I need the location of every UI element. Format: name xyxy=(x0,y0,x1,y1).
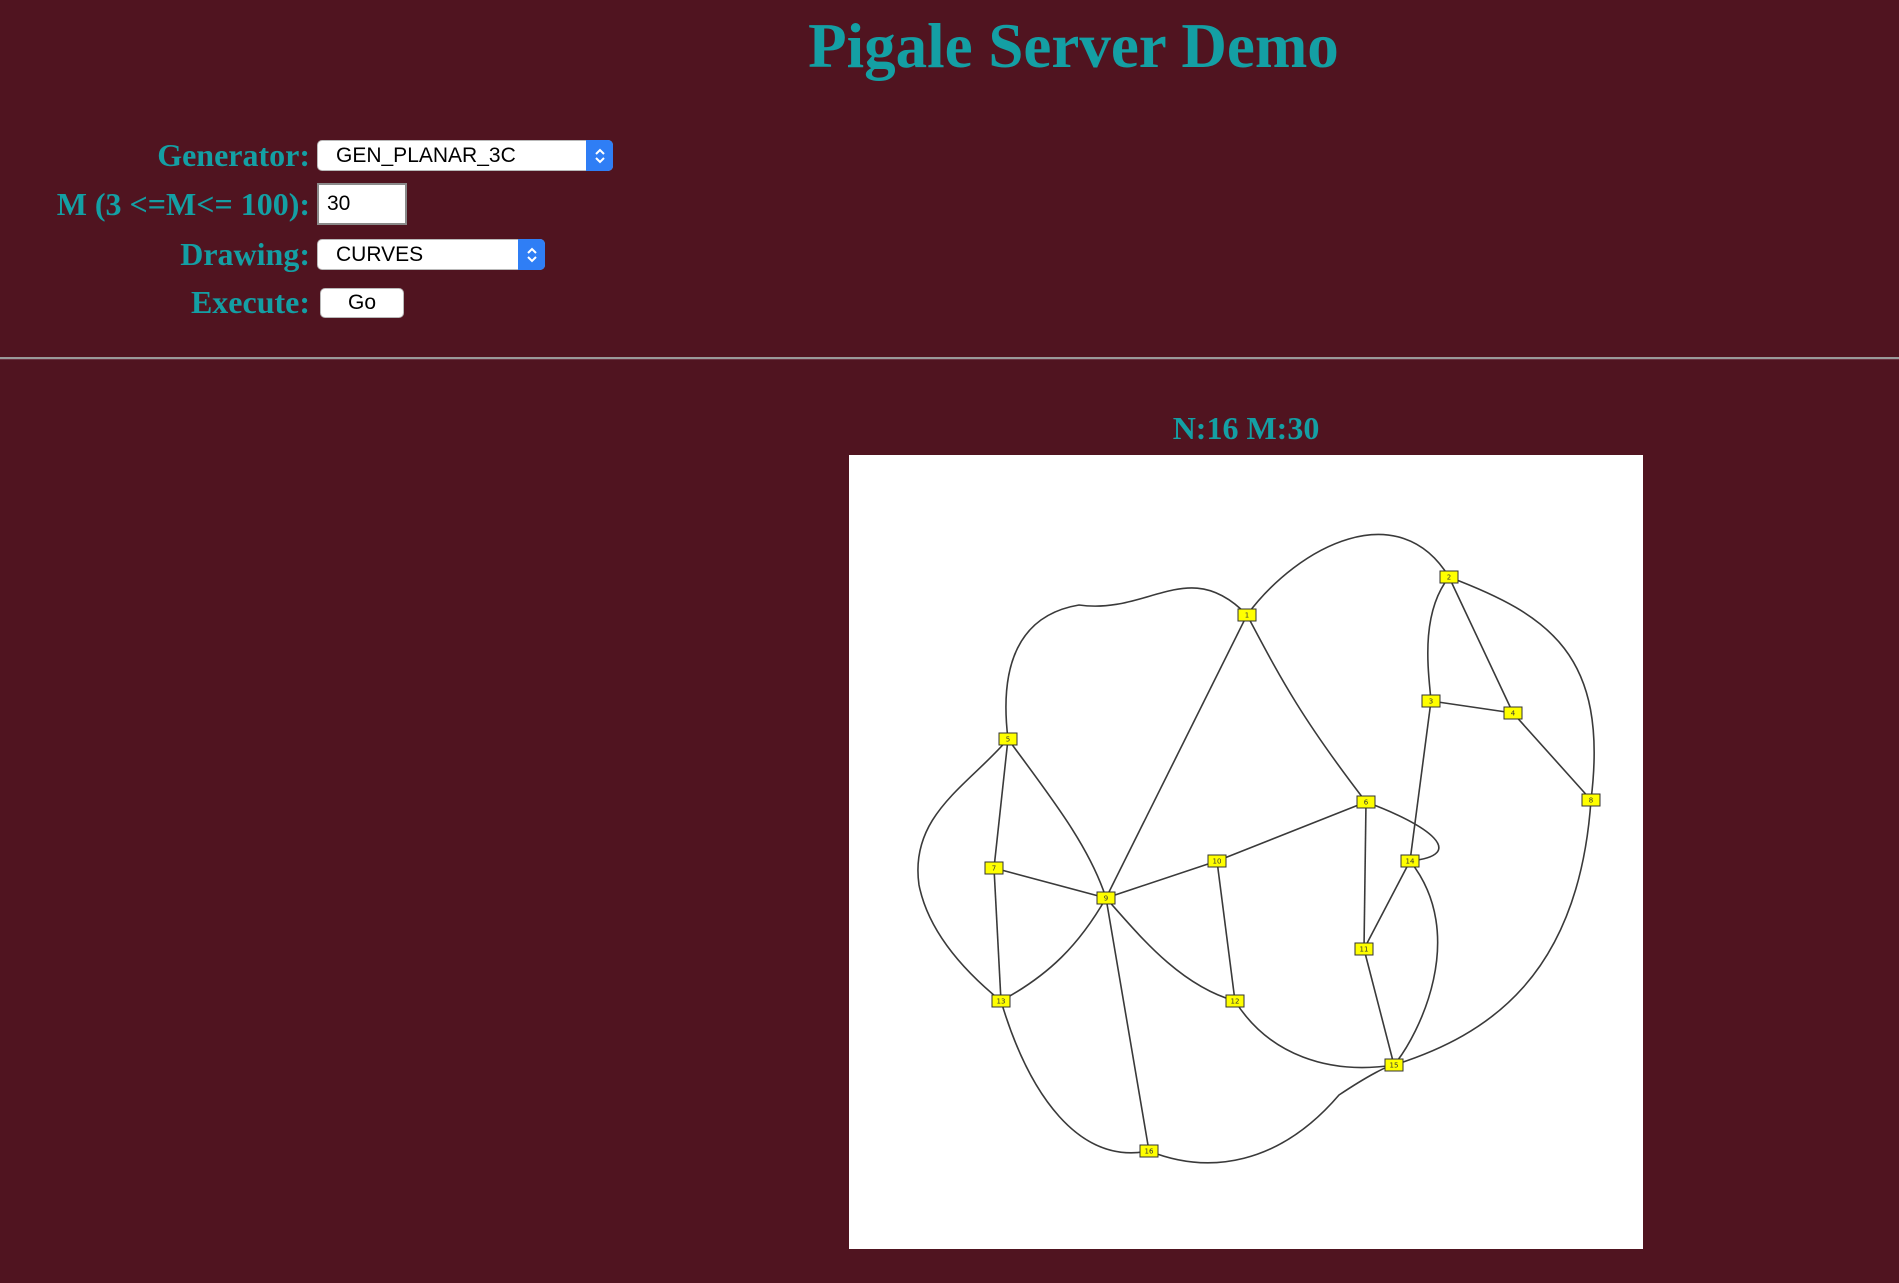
edges-label: M (3 <=M<= 100): xyxy=(56,185,310,222)
graph-node: 11 xyxy=(1354,942,1374,956)
graph-node-label: 13 xyxy=(997,998,1006,1006)
graph-edge xyxy=(1430,700,1514,714)
graph-edge xyxy=(1005,587,1248,740)
chevron-up-down-icon xyxy=(586,140,613,171)
graph-node: 15 xyxy=(1384,1058,1404,1072)
graph-edge xyxy=(1448,576,1514,714)
graph-edge xyxy=(993,867,1002,1002)
chevron-up-down-icon xyxy=(518,239,545,270)
graph-node: 13 xyxy=(991,994,1011,1008)
graph-drawing: 12345678910111213141516 xyxy=(917,533,1601,1164)
drawing-select[interactable]: CURVES xyxy=(317,239,545,270)
graph-edge xyxy=(1216,860,1236,1002)
graph-node-label: 8 xyxy=(1589,797,1593,805)
graph-edge xyxy=(993,738,1009,869)
graph-node-label: 11 xyxy=(1360,946,1369,954)
graph-edge xyxy=(1246,533,1450,616)
graph-edge xyxy=(1512,712,1592,801)
graph-edge xyxy=(1216,801,1367,862)
divider xyxy=(0,357,1899,360)
graph-node-label: 12 xyxy=(1231,998,1240,1006)
graph-edge xyxy=(1365,801,1440,862)
graph-node-label: 4 xyxy=(1511,710,1516,718)
graph-caption: N:16 M:30 xyxy=(1172,410,1320,446)
edges-count-input[interactable]: 30 xyxy=(317,183,407,225)
graph-node-label: 6 xyxy=(1364,799,1369,807)
graph-node-label: 15 xyxy=(1390,1062,1399,1070)
graph-edge xyxy=(1409,700,1432,862)
graph-edge xyxy=(1234,1000,1395,1069)
generator-select[interactable]: GEN_PLANAR_3C xyxy=(317,140,613,171)
graph-node: 3 xyxy=(1421,694,1441,708)
graph-edge xyxy=(1000,897,1107,1002)
graph-edge xyxy=(1363,860,1411,950)
graph-edge xyxy=(1148,1064,1395,1164)
graph-node: 9 xyxy=(1096,891,1116,905)
graph-node-label: 9 xyxy=(1104,895,1108,903)
graph-canvas: 1 2 3 4 5 6 7 8 9 10 11 12 13 14 15 16 xyxy=(849,455,1643,1249)
graph-node-label: 7 xyxy=(992,865,996,873)
graph-edge xyxy=(1393,860,1439,1066)
graph-node: 10 xyxy=(1207,854,1227,868)
generator-label: Generator: xyxy=(157,137,310,173)
graph-node-label: 2 xyxy=(1447,574,1451,582)
generator-row: Generator: GEN_PLANAR_3C xyxy=(0,137,613,174)
edges-row: M (3 <=M<= 100): 30 xyxy=(0,183,407,225)
graph-edge xyxy=(1363,801,1367,950)
page-title: Pigale Server Demo xyxy=(808,11,1339,81)
drawing-row: Drawing: CURVES xyxy=(0,236,545,273)
graph-edge xyxy=(1105,860,1218,899)
graph-node: 12 xyxy=(1225,994,1245,1008)
graph-node: 4 xyxy=(1503,706,1523,720)
graph-node-label: 10 xyxy=(1213,858,1222,866)
graph-node: 6 xyxy=(1356,795,1376,809)
graph-node: 1 xyxy=(1237,608,1257,622)
graph-edge xyxy=(1105,897,1150,1152)
graph-node: 16 xyxy=(1139,1144,1159,1158)
graph-edge xyxy=(1448,576,1595,801)
execute-label: Execute: xyxy=(190,284,310,320)
graph-node-label: 1 xyxy=(1245,612,1249,620)
graph-node-label: 5 xyxy=(1006,736,1010,744)
graph-node: 2 xyxy=(1439,570,1459,584)
graph-edge xyxy=(993,867,1107,899)
go-button[interactable]: Go xyxy=(320,287,404,318)
graph-edge xyxy=(1007,738,1107,899)
graph-edge xyxy=(1246,614,1367,803)
graph-node-label: 3 xyxy=(1429,698,1433,706)
graph-edge xyxy=(1393,799,1592,1066)
graph-node: 5 xyxy=(998,732,1018,746)
graph-edge xyxy=(1363,948,1395,1066)
graph-node-label: 14 xyxy=(1406,858,1415,866)
graph-edge xyxy=(1427,576,1450,702)
graph-node: 8 xyxy=(1581,793,1601,807)
drawing-label: Drawing: xyxy=(180,236,310,272)
graph-edge xyxy=(1105,897,1236,1002)
drawing-select-value: CURVES xyxy=(336,242,424,266)
generator-select-value: GEN_PLANAR_3C xyxy=(336,143,516,167)
graph-node: 7 xyxy=(984,861,1004,875)
graph-node: 14 xyxy=(1400,854,1420,868)
graph-node-label: 16 xyxy=(1145,1148,1154,1156)
execute-row: Execute: Go xyxy=(0,284,404,321)
